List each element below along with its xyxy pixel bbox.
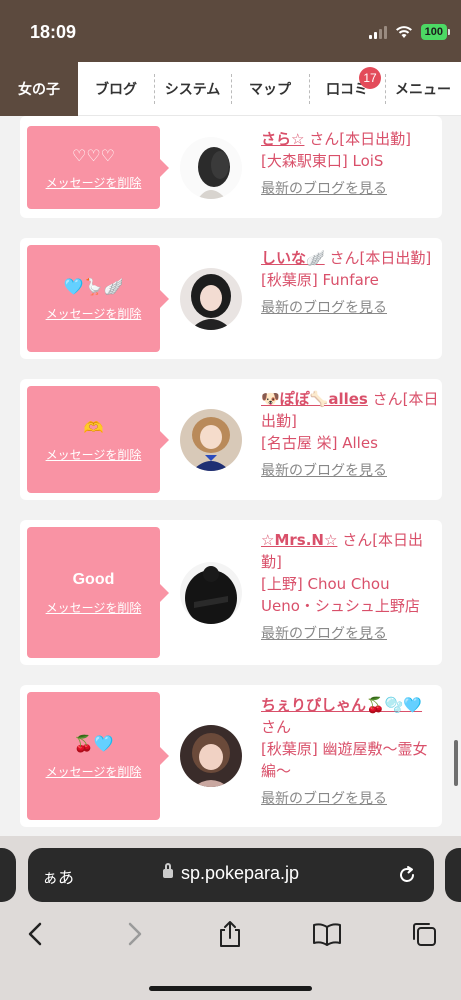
delete-message-link[interactable]: メッセージを削除 [46,599,142,616]
girl-status: さん [261,718,292,736]
girl-info: ☆Mrs.N☆ さん[本日出勤] [上野] Chou Chou Ueno・シュシ… [261,529,439,643]
list-item: 🫶 メッセージを削除 🐶ぽぽ🦴alles さん[本日出勤] [名古屋 栄] Al… [20,379,442,500]
top-nav: 女の子 ブログ システム マップ 口コミ 17 メニュー [0,62,461,116]
tabs-button[interactable] [404,914,444,954]
delete-message-link[interactable]: メッセージを削除 [46,174,142,191]
avatar[interactable] [180,725,242,787]
message-bubble: Good メッセージを削除 [27,527,169,658]
status-icons: 100 [368,24,451,40]
tab-label: ブログ [95,82,137,98]
girl-status: さん[本日出勤] [309,130,411,148]
lock-icon [162,863,173,878]
scrollbar[interactable] [454,740,458,786]
book-icon [313,923,341,946]
favorite-girls-list: ♡♡♡ メッセージを削除 さら☆ さん[本日出勤] [大森駅東口] LoiS 最… [0,116,461,836]
reload-icon[interactable] [396,864,418,886]
message-text: ♡♡♡ [71,145,116,165]
list-item: 🍒🩵 メッセージを削除 ちぇりぴしゃん🍒🫧🩵 さん [秋葉原] 幽遊屋敷〜霊女編… [20,685,442,827]
status-time: 18:09 [30,22,77,42]
reviews-count-badge: 17 [359,67,381,89]
shop-name: [上野] Chou Chou Ueno・シュシュ上野店 [261,575,420,615]
latest-blog-link[interactable]: 最新のブログを見る [261,178,439,198]
tab-label: メニュー [395,82,451,98]
tab-girls[interactable]: 女の子 [0,62,78,116]
girl-name-link[interactable]: ちぇりぴしゃん🍒🫧🩵 [261,696,422,714]
browser-toolbar [0,914,461,954]
shop-name: [秋葉原] 幽遊屋敷〜霊女編〜 [261,740,428,780]
tab-blog[interactable]: ブログ [78,62,154,116]
tab-label: マップ [249,82,291,98]
bookmarks-button[interactable] [307,914,347,954]
avatar[interactable] [180,409,242,471]
latest-blog-link[interactable]: 最新のブログを見る [261,788,439,808]
avatar[interactable] [180,268,242,330]
message-bubble: 🍒🩵 メッセージを削除 [27,692,169,820]
wifi-icon [395,26,412,38]
tab-reviews[interactable]: 口コミ 17 [309,62,385,116]
shop-name: [大森駅東口] LoiS [261,152,384,170]
home-indicator[interactable] [149,986,312,991]
chevron-right-icon [128,922,142,946]
tab-label: 女の子 [18,82,60,98]
url-text: sp.pokepara.jp [180,863,300,883]
cellular-signal-icon [368,25,387,39]
girl-name-link[interactable]: ☆Mrs.N☆ [261,531,337,549]
next-tab-edge[interactable] [445,848,461,902]
latest-blog-link[interactable]: 最新のブログを見る [261,460,439,480]
tab-label: システム [164,82,221,98]
message-bubble: 🩵🪿🪽 メッセージを削除 [27,245,169,352]
message-text: 🫶 [83,417,104,437]
message-text: 🩵🪿🪽 [63,276,124,296]
list-item: ♡♡♡ メッセージを削除 さら☆ さん[本日出勤] [大森駅東口] LoiS 最… [20,116,442,218]
share-icon [220,921,240,947]
girl-name-link[interactable]: さら☆ [261,130,304,148]
chevron-left-icon [28,922,42,946]
url-display: sp.pokepara.jp [28,863,434,884]
girl-status: さん[本日出勤] [329,249,432,267]
browser-bottom-bar: ぁあ sp.pokepara.jp [0,836,461,1000]
battery-icon: 100 [420,24,451,40]
shop-name: [名古屋 栄] Alles [261,434,378,452]
list-item: 🩵🪿🪽 メッセージを削除 しいな🪽 さん[本日出勤] [秋葉原] Funfare… [20,238,442,359]
tab-menu[interactable]: メニュー [385,62,461,116]
share-button[interactable] [210,914,250,954]
message-bubble: 🫶 メッセージを削除 [27,386,169,493]
shop-name: [秋葉原] Funfare [261,271,379,289]
list-item: Good メッセージを削除 ☆Mrs.N☆ さん[本日出勤] [上野] Chou… [20,520,442,665]
girl-name-link[interactable]: しいな🪽 [261,249,325,267]
message-text: Good [72,571,115,588]
back-button[interactable] [16,914,56,954]
status-bar: 18:09 100 [0,0,461,62]
message-bubble: ♡♡♡ メッセージを削除 [27,126,169,209]
forward-button[interactable] [114,914,154,954]
delete-message-link[interactable]: メッセージを削除 [46,305,142,322]
avatar[interactable] [180,137,242,199]
tab-system[interactable]: システム [154,62,231,116]
latest-blog-link[interactable]: 最新のブログを見る [261,297,439,317]
girl-info: 🐶ぽぽ🦴alles さん[本日出勤] [名古屋 栄] Alles 最新のブログを… [261,388,439,480]
delete-message-link[interactable]: メッセージを削除 [46,446,142,463]
girl-info: さら☆ さん[本日出勤] [大森駅東口] LoiS 最新のブログを見る [261,128,439,198]
previous-tab-edge[interactable] [0,848,16,902]
delete-message-link[interactable]: メッセージを削除 [46,763,142,780]
tabs-icon [413,923,436,946]
girl-name-link[interactable]: 🐶ぽぽ🦴alles [261,390,368,408]
latest-blog-link[interactable]: 最新のブログを見る [261,623,439,643]
address-bar[interactable]: ぁあ sp.pokepara.jp [28,848,434,902]
girl-info: ちぇりぴしゃん🍒🫧🩵 さん [秋葉原] 幽遊屋敷〜霊女編〜 最新のブログを見る [261,694,439,808]
message-text: 🍒🩵 [73,734,114,753]
tab-map[interactable]: マップ [231,62,309,116]
avatar[interactable] [180,562,242,624]
girl-info: しいな🪽 さん[本日出勤] [秋葉原] Funfare 最新のブログを見る [261,247,439,317]
